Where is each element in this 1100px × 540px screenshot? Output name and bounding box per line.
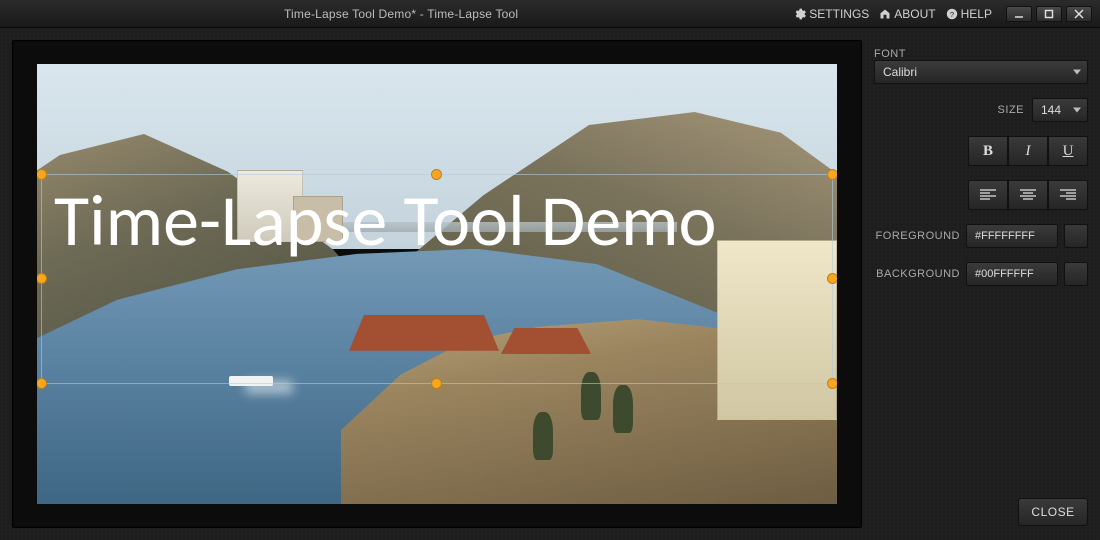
font-style-group: B I U [874, 136, 1088, 166]
background-value: #00FFFFFF [975, 268, 1034, 280]
bold-icon: B [983, 143, 993, 160]
settings-link[interactable]: SETTINGS [794, 7, 869, 21]
chevron-down-icon [1073, 108, 1081, 113]
size-dropdown[interactable]: 144 [1032, 98, 1088, 122]
settings-label: SETTINGS [809, 7, 869, 21]
background-picker-button[interactable] [1064, 262, 1088, 286]
resize-handle-bottom-right[interactable] [827, 378, 837, 389]
text-properties-panel: FONT Calibri SIZE 144 B I U [874, 40, 1088, 528]
size-value: 144 [1041, 103, 1061, 117]
preview-area: Time-Lapse Tool Demo [12, 40, 862, 528]
resize-handle-top-center[interactable] [431, 169, 442, 180]
underline-icon: U [1063, 143, 1074, 160]
resize-handle-middle-left[interactable] [37, 273, 47, 284]
preview-tree [533, 412, 553, 460]
align-left-icon [980, 189, 996, 201]
foreground-value: #FFFFFFFF [975, 230, 1035, 242]
align-center-button[interactable] [1008, 180, 1048, 210]
size-label: SIZE [998, 104, 1024, 116]
align-left-button[interactable] [968, 180, 1008, 210]
foreground-picker-button[interactable] [1064, 224, 1088, 248]
italic-button[interactable]: I [1008, 136, 1048, 166]
window-title: Time-Lapse Tool Demo* - Time-Lapse Tool [8, 7, 794, 21]
close-button[interactable]: CLOSE [1018, 498, 1088, 526]
help-label: HELP [961, 7, 992, 21]
maximize-button[interactable] [1036, 6, 1062, 22]
resize-handle-bottom-center[interactable] [431, 378, 442, 389]
about-link[interactable]: ABOUT [879, 7, 935, 21]
close-window-button[interactable] [1066, 6, 1092, 22]
align-right-icon [1060, 189, 1076, 201]
minimize-button[interactable] [1006, 6, 1032, 22]
chevron-down-icon [1073, 70, 1081, 75]
about-label: ABOUT [894, 7, 935, 21]
align-right-button[interactable] [1048, 180, 1088, 210]
svg-text:?: ? [950, 10, 954, 19]
preview-canvas[interactable]: Time-Lapse Tool Demo [37, 64, 837, 504]
help-icon: ? [946, 8, 958, 20]
overlay-text[interactable]: Time-Lapse Tool Demo [54, 185, 820, 257]
resize-handle-top-right[interactable] [827, 169, 837, 180]
titlebar: Time-Lapse Tool Demo* - Time-Lapse Tool … [0, 0, 1100, 28]
preview-tree [613, 385, 633, 433]
align-center-icon [1020, 189, 1036, 201]
resize-handle-top-left[interactable] [37, 169, 47, 180]
font-value: Calibri [883, 65, 917, 79]
italic-icon: I [1026, 143, 1031, 160]
title-links: SETTINGS ABOUT ? HELP [794, 7, 992, 21]
foreground-value-box[interactable]: #FFFFFFFF [966, 224, 1058, 248]
foreground-label: FOREGROUND [874, 230, 960, 242]
bold-button[interactable]: B [968, 136, 1008, 166]
alignment-group [874, 180, 1088, 210]
window-controls [1006, 6, 1092, 22]
font-label: FONT [874, 48, 1088, 60]
home-icon [879, 8, 891, 20]
underline-button[interactable]: U [1048, 136, 1088, 166]
background-value-box[interactable]: #00FFFFFF [966, 262, 1058, 286]
resize-handle-middle-right[interactable] [827, 273, 837, 284]
background-label: BACKGROUND [874, 268, 960, 280]
text-overlay-bounds[interactable]: Time-Lapse Tool Demo [41, 174, 833, 384]
font-dropdown[interactable]: Calibri [874, 60, 1088, 84]
help-link[interactable]: ? HELP [946, 7, 992, 21]
gear-icon [794, 8, 806, 20]
